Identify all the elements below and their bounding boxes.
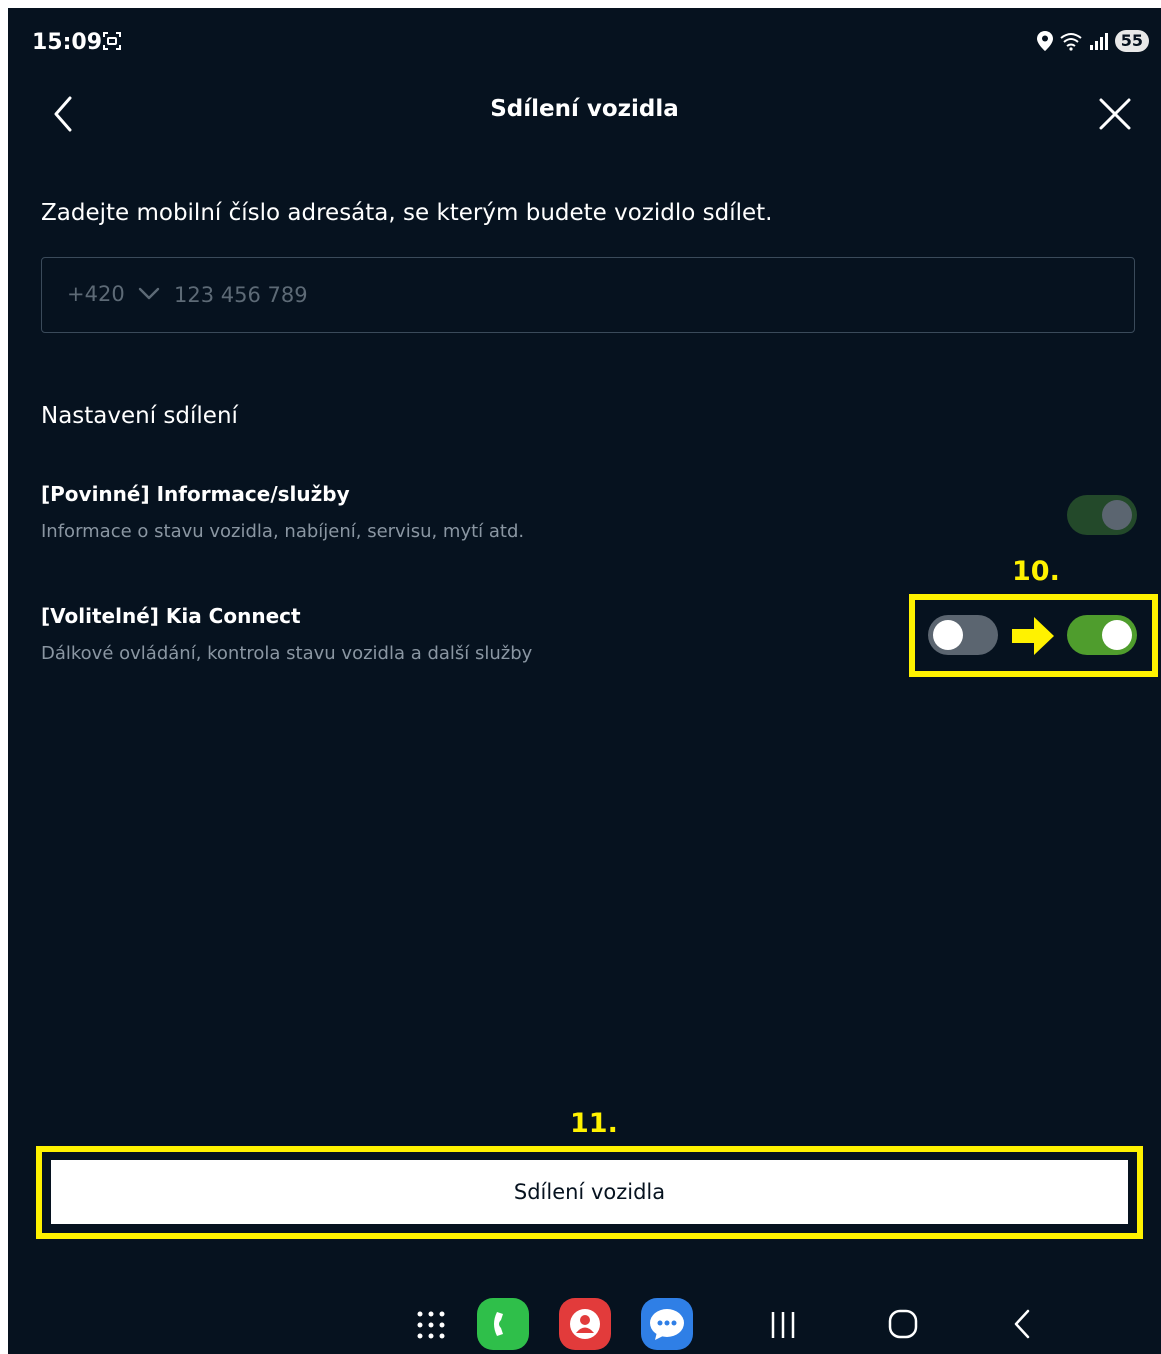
toggle-required-info[interactable]	[1067, 495, 1137, 535]
setting-title-optional: [Volitelné] Kia Connect	[41, 604, 301, 628]
app-drawer-icon[interactable]	[416, 1310, 446, 1340]
setting-desc-optional: Dálkové ovládání, kontrola stavu vozidla…	[41, 643, 533, 664]
wifi-icon	[1060, 33, 1082, 51]
contact-icon	[570, 1309, 600, 1339]
recent-apps-icon[interactable]	[768, 1310, 798, 1340]
navigation-bar	[8, 1288, 1161, 1354]
toggle-knob	[933, 620, 963, 650]
annotation-step-11: 11.	[570, 1108, 618, 1139]
battery-badge: 55	[1114, 30, 1149, 52]
messages-app-icon[interactable]	[641, 1298, 693, 1350]
phone-field: +420	[41, 257, 1135, 333]
settings-section-title: Nastavení sdílení	[41, 403, 238, 429]
home-icon[interactable]	[887, 1308, 919, 1340]
status-bar: 15:09 55	[8, 8, 1161, 78]
status-time: 15:09	[32, 30, 103, 55]
chat-bubble-icon	[650, 1309, 684, 1340]
setting-title-required: [Povinné] Informace/služby	[41, 482, 350, 506]
location-icon	[1036, 31, 1053, 51]
chevron-down-icon[interactable]	[138, 286, 160, 302]
phone-number-input[interactable]	[172, 274, 1076, 316]
app-screen: 15:09 55 Sdílení vozidla Zadejte mobilní…	[8, 8, 1161, 1354]
phone-app-icon[interactable]	[477, 1298, 529, 1350]
screenshot-icon	[103, 32, 121, 50]
close-button[interactable]	[1095, 94, 1135, 134]
page-title: Sdílení vozidla	[490, 96, 679, 122]
status-icons: 55	[1036, 30, 1149, 52]
toggle-knob	[1102, 500, 1132, 530]
toggle-kia-connect-off[interactable]	[928, 615, 998, 655]
signal-icon	[1089, 33, 1108, 50]
phone-icon	[494, 1312, 503, 1336]
header: Sdílení vozidla	[8, 78, 1161, 148]
instruction-text: Zadejte mobilní číslo adresáta, se který…	[41, 200, 773, 226]
annotation-step-10: 10.	[1012, 556, 1060, 587]
toggle-knob	[1102, 620, 1132, 650]
arrow-right-icon	[1012, 617, 1054, 655]
share-vehicle-button[interactable]: Sdílení vozidla	[51, 1160, 1128, 1224]
toggle-kia-connect-on[interactable]	[1067, 615, 1137, 655]
country-code-selector[interactable]: +420	[67, 282, 125, 306]
setting-desc-required: Informace o stavu vozidla, nabíjení, ser…	[41, 521, 525, 542]
system-back-icon[interactable]	[1010, 1308, 1034, 1340]
contacts-app-icon[interactable]	[559, 1298, 611, 1350]
